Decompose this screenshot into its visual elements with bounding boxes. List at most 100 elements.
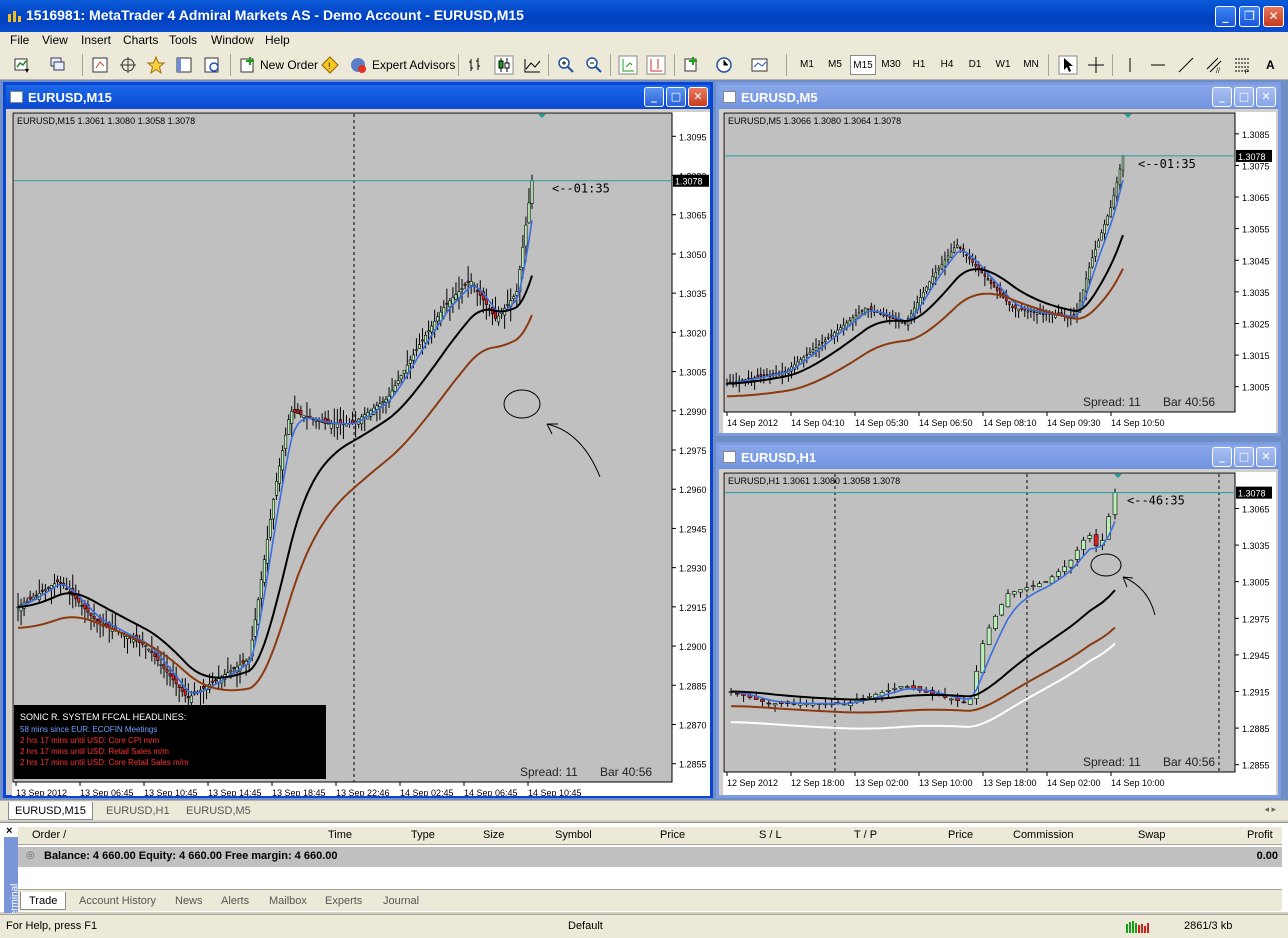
templates-icon[interactable] bbox=[750, 55, 770, 75]
col-profit[interactable]: Profit bbox=[1247, 829, 1273, 841]
terminal-icon[interactable] bbox=[174, 55, 194, 75]
menu-window[interactable]: Window bbox=[211, 33, 254, 47]
chart-tab-m15[interactable]: EURUSD,M15 bbox=[8, 802, 93, 820]
timeframe-m5[interactable]: M5 bbox=[822, 55, 848, 75]
chart-shift-icon[interactable] bbox=[646, 55, 666, 75]
auto-scroll-icon[interactable] bbox=[618, 55, 638, 75]
zoom-in-icon[interactable] bbox=[556, 55, 576, 75]
candle-body bbox=[281, 450, 285, 471]
menu-tools[interactable]: Tools bbox=[169, 33, 197, 47]
text-tool-icon[interactable]: A bbox=[1266, 54, 1275, 76]
candle-body bbox=[144, 645, 148, 647]
chart-window-titlebar[interactable]: EURUSD,M5 _ □ ✕ bbox=[719, 85, 1278, 109]
menu-charts[interactable]: Charts bbox=[123, 33, 158, 47]
metaeditor-icon[interactable]: ! bbox=[320, 55, 340, 75]
col-price-current[interactable]: Price bbox=[948, 829, 973, 841]
menu-file[interactable]: File bbox=[10, 33, 29, 47]
expert-advisors-button[interactable]: Expert Advisors bbox=[372, 54, 455, 76]
chart-window-h1[interactable]: EURUSD,H1 _ □ ✕ 1.3065 1.3035 1.3005 1.2975… bbox=[716, 442, 1281, 798]
col-symbol[interactable]: Symbol bbox=[555, 829, 592, 841]
minimize-button[interactable]: _ bbox=[1215, 6, 1236, 27]
terminal-tab-journal[interactable]: Journal bbox=[383, 892, 419, 910]
favorites-icon[interactable] bbox=[146, 55, 166, 75]
col-price[interactable]: Price bbox=[660, 829, 685, 841]
col-tp[interactable]: T / P bbox=[854, 829, 877, 841]
chart-window-titlebar[interactable]: EURUSD,M15 _ □ ✕ bbox=[6, 85, 710, 109]
crosshair-icon[interactable] bbox=[1086, 55, 1106, 75]
chart-minimize-button[interactable]: _ bbox=[1212, 447, 1232, 467]
menu-help[interactable]: Help bbox=[265, 33, 290, 47]
chart-window-m5[interactable]: EURUSD,M5 _ □ ✕ 1.3085 1.3075 1.3065 1.3055… bbox=[716, 82, 1281, 436]
new-order-icon[interactable] bbox=[238, 55, 258, 75]
terminal-tab-account-history[interactable]: Account History bbox=[79, 892, 156, 910]
candle-body bbox=[512, 296, 516, 299]
new-chart-icon[interactable]: ▾ bbox=[12, 55, 32, 75]
col-time[interactable]: Time bbox=[328, 829, 352, 841]
chart-h1[interactable]: 1.3065 1.3035 1.3005 1.2975 1.2945 1.2915 1.28… bbox=[723, 472, 1276, 795]
col-size[interactable]: Size bbox=[483, 829, 504, 841]
chart-maximize-button[interactable]: □ bbox=[666, 87, 686, 107]
chart-minimize-button[interactable]: _ bbox=[1212, 87, 1232, 107]
close-button[interactable]: ✕ bbox=[1263, 6, 1284, 27]
col-sl[interactable]: S / L bbox=[759, 829, 782, 841]
periods-icon[interactable] bbox=[714, 55, 734, 75]
channel-icon[interactable]: // bbox=[1204, 55, 1224, 75]
candlestick-icon[interactable] bbox=[494, 55, 514, 75]
status-profile[interactable]: Default bbox=[568, 920, 603, 932]
profiles-icon[interactable] bbox=[48, 55, 68, 75]
menu-insert[interactable]: Insert bbox=[81, 33, 111, 47]
balance-row[interactable]: ◎ Balance: 4 660.00 Equity: 4 660.00 Fre… bbox=[18, 847, 1282, 867]
restore-button[interactable]: ❐ bbox=[1239, 6, 1260, 27]
chart-window-titlebar[interactable]: EURUSD,H1 _ □ ✕ bbox=[719, 445, 1278, 469]
candle-body bbox=[836, 329, 839, 334]
chart-tab-h1[interactable]: EURUSD,H1 bbox=[100, 802, 176, 820]
terminal-tab-news[interactable]: News bbox=[175, 892, 203, 910]
col-commission[interactable]: Commission bbox=[1013, 829, 1074, 841]
indicators-icon[interactable] bbox=[682, 55, 702, 75]
navigator-icon[interactable] bbox=[118, 55, 138, 75]
bar-chart-icon[interactable] bbox=[466, 55, 486, 75]
chart-m5[interactable]: 1.3085 1.3075 1.3065 1.3055 1.3045 1.3035 1.30… bbox=[723, 112, 1276, 433]
timeframe-mn[interactable]: MN bbox=[1018, 55, 1044, 75]
tab-scroll-arrows-icon[interactable]: ◂ ▸ bbox=[1264, 804, 1276, 815]
new-order-button[interactable]: New Order bbox=[260, 54, 318, 76]
candle-body bbox=[995, 287, 999, 291]
col-swap[interactable]: Swap bbox=[1138, 829, 1166, 841]
trendline-icon[interactable] bbox=[1176, 55, 1196, 75]
time-label: 14 Sep 09:30 bbox=[1047, 418, 1101, 428]
horizontal-line-icon[interactable] bbox=[1148, 55, 1168, 75]
terminal-tab-experts[interactable]: Experts bbox=[325, 892, 362, 910]
timeframe-h4[interactable]: H4 bbox=[934, 55, 960, 75]
timeframe-w1[interactable]: W1 bbox=[990, 55, 1016, 75]
strategy-tester-icon[interactable] bbox=[202, 55, 222, 75]
terminal-tab-trade[interactable]: Trade bbox=[20, 892, 67, 910]
chart-close-button[interactable]: ✕ bbox=[1256, 447, 1276, 467]
terminal-tab-mailbox[interactable]: Mailbox bbox=[269, 892, 307, 910]
candle-body bbox=[271, 498, 275, 520]
chart-m15[interactable]: 1.30951.30801.30651.30501.30351.30201.30… bbox=[12, 112, 710, 796]
timeframe-h1[interactable]: H1 bbox=[906, 55, 932, 75]
chart-maximize-button[interactable]: □ bbox=[1234, 447, 1254, 467]
chart-minimize-button[interactable]: _ bbox=[644, 87, 664, 107]
cursor-icon[interactable] bbox=[1058, 55, 1078, 75]
col-type[interactable]: Type bbox=[411, 829, 435, 841]
terminal-tab-alerts[interactable]: Alerts bbox=[221, 892, 249, 910]
chart-tab-m5[interactable]: EURUSD,M5 bbox=[180, 802, 257, 820]
market-watch-icon[interactable] bbox=[90, 55, 110, 75]
fibonacci-icon[interactable]: F bbox=[1232, 55, 1252, 75]
chart-window-m15[interactable]: EURUSD,M15 _ □ ✕ 1.30951.30801.30651.305… bbox=[3, 82, 713, 798]
vertical-line-icon[interactable] bbox=[1120, 55, 1140, 75]
chart-close-button[interactable]: ✕ bbox=[1256, 87, 1276, 107]
col-order[interactable]: Order / bbox=[32, 829, 66, 841]
timeframe-m15[interactable]: M15 bbox=[850, 55, 876, 75]
timeframe-m1[interactable]: M1 bbox=[794, 55, 820, 75]
line-chart-icon[interactable] bbox=[522, 55, 542, 75]
timeframe-m30[interactable]: M30 bbox=[878, 55, 904, 75]
zoom-out-icon[interactable] bbox=[584, 55, 604, 75]
menu-view[interactable]: View bbox=[42, 33, 68, 47]
terminal-close-icon[interactable]: × bbox=[6, 825, 12, 837]
expert-advisors-icon[interactable] bbox=[348, 55, 368, 75]
timeframe-d1[interactable]: D1 bbox=[962, 55, 988, 75]
chart-maximize-button[interactable]: □ bbox=[1234, 87, 1254, 107]
chart-close-button[interactable]: ✕ bbox=[688, 87, 708, 107]
